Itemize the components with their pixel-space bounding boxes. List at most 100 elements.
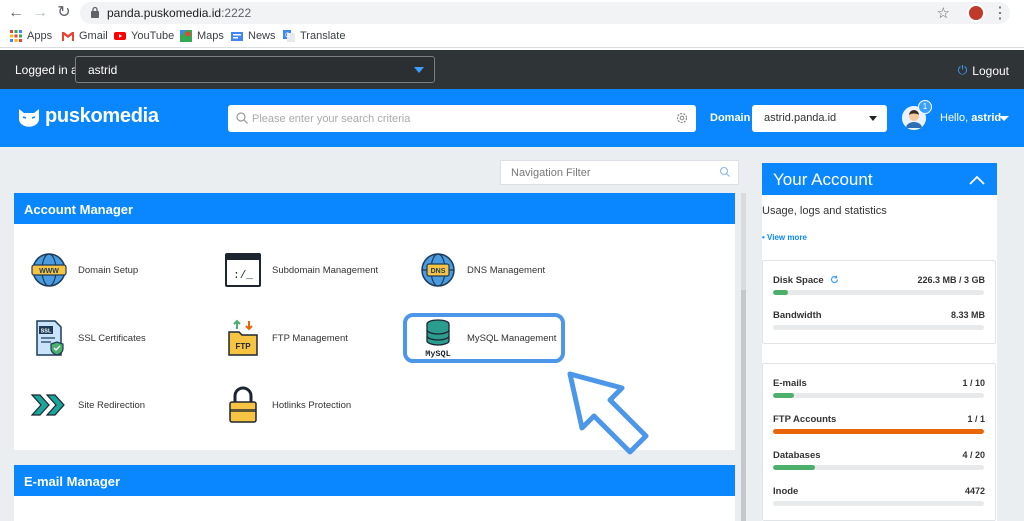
stat-label: Inode [773, 486, 799, 497]
stat-value: 4472 [964, 486, 985, 496]
stat-bar-fill [773, 393, 795, 398]
dns-globe-icon: DNS [421, 253, 455, 287]
chevron-up-icon[interactable] [969, 172, 985, 188]
ssl-certificate-icon: SSL [36, 320, 64, 356]
stat-bar-fill [773, 429, 984, 434]
logout-button[interactable]: ⏻ Logout [958, 63, 1009, 78]
stat-bar [773, 429, 984, 434]
ssl-certificates-link[interactable]: SSL SSL Certificates [29, 318, 146, 358]
bookmark-star-icon[interactable]: ☆ [937, 4, 950, 22]
logout-label: Logout [972, 63, 1009, 78]
search-input[interactable] [252, 105, 662, 132]
brand-name: puskomedia [45, 105, 159, 127]
scrollbar-thumb[interactable] [741, 290, 746, 521]
view-more-link[interactable]: • View more [762, 233, 807, 242]
forward-arrow-icon[interactable]: → [30, 3, 50, 23]
user-select[interactable]: astrid [75, 56, 435, 83]
www-globe-icon: WWW [31, 253, 67, 287]
stat-bar [773, 393, 984, 398]
email-manager-title[interactable]: E-mail Manager [14, 465, 735, 496]
your-account-header[interactable]: Your Account [762, 163, 997, 195]
hotlinks-protection-link[interactable]: Hotlinks Protection [223, 385, 351, 425]
address-bar[interactable]: panda.puskomedia.id:2222 ☆ ⋮ [80, 2, 1010, 24]
bookmark-news[interactable]: News [231, 30, 276, 42]
item-label: SSL Certificates [78, 332, 146, 344]
chevron-down-icon [414, 67, 424, 73]
pointer-arrow-icon [567, 371, 649, 455]
browser-toolbar: ← → ↻ panda.puskomedia.id:2222 ☆ ⋮ [0, 0, 1024, 26]
stat-bar-fill [773, 290, 788, 295]
your-account-subtitle: Usage, logs and statistics [762, 205, 887, 217]
dns-management-link[interactable]: DNS DNS Management [418, 250, 545, 290]
bookmark-apps[interactable]: Apps [10, 30, 52, 42]
bookmark-label: Apps [27, 30, 53, 42]
redirect-arrows-icon [30, 394, 65, 416]
domain-setup-link[interactable]: WWW Domain Setup [29, 250, 138, 290]
item-label: FTP Management [272, 332, 348, 344]
your-account-title: Your Account [773, 170, 873, 189]
menu-kebab-icon[interactable]: ⋮ [992, 3, 1008, 23]
notification-badge: 1 [918, 100, 932, 114]
site-redirection-link[interactable]: Site Redirection [29, 385, 145, 425]
ftp-management-link[interactable]: FTP FTP Management [223, 318, 348, 358]
navigation-filter-input[interactable] [511, 161, 711, 184]
bookmark-label: Gmail [79, 30, 108, 42]
gmail-icon [62, 32, 74, 41]
bookmark-label: Translate [300, 30, 346, 42]
brand-logo[interactable]: puskomedia [18, 105, 159, 128]
session-bar: Logged in as astrid ⏻ Logout [0, 50, 1024, 89]
reload-icon[interactable]: ↻ [54, 3, 74, 23]
profile-avatar[interactable] [967, 4, 985, 22]
search-icon [236, 112, 248, 124]
news-icon [231, 32, 243, 41]
stat-value: 8.33 MB [950, 310, 985, 320]
search-icon [719, 166, 730, 177]
stat-label: FTP Accounts [773, 414, 837, 425]
user-greeting[interactable]: Hello, astrid [940, 112, 1001, 124]
bookmark-maps[interactable]: Maps [180, 30, 224, 42]
stat-bar [773, 290, 984, 295]
stat-value: 1 / 10 [962, 378, 985, 388]
item-label: Hotlinks Protection [272, 399, 352, 411]
gear-icon[interactable] [675, 111, 689, 125]
lock-icon [91, 6, 99, 18]
user-menu-chevron-icon[interactable] [999, 116, 1009, 121]
stat-bar-fill [773, 465, 816, 470]
domain-select-value: astrid.panda.id [764, 112, 837, 124]
domain-label: Domain [710, 112, 751, 124]
greeting-name: astrid [971, 112, 1002, 124]
cat-logo-icon [19, 108, 39, 127]
padlock-icon [229, 386, 257, 423]
item-label: Domain Setup [78, 264, 139, 276]
bookmark-gmail[interactable]: Gmail [62, 30, 108, 42]
stat-bar [773, 465, 984, 470]
bookmarks-bar: Apps Gmail YouTube Maps News G Translate [0, 26, 1024, 48]
terminal-window-icon: :/_ [225, 253, 261, 287]
greeting-prefix: Hello, [940, 112, 969, 124]
bookmark-youtube[interactable]: YouTube [114, 30, 174, 42]
domain-select[interactable]: astrid.panda.id [752, 105, 887, 132]
stat-bar [773, 501, 984, 506]
refresh-icon[interactable] [830, 275, 839, 284]
bookmark-label: News [248, 30, 276, 42]
maps-icon [180, 30, 192, 42]
url-text: panda.puskomedia.id:2222 [107, 6, 252, 20]
item-label: Site Redirection [78, 399, 146, 411]
chevron-down-icon [869, 116, 877, 121]
logged-in-label: Logged in as [15, 63, 84, 77]
bookmark-translate[interactable]: G Translate [283, 30, 345, 42]
stat-value: 1 / 1 [967, 414, 985, 424]
svg-text:SSL: SSL [41, 329, 52, 335]
svg-text:WWW: WWW [39, 268, 59, 275]
stat-bar [773, 325, 984, 330]
scrollbar[interactable] [741, 193, 746, 521]
usage-card [762, 260, 996, 344]
account-manager-title[interactable]: Account Manager [14, 193, 735, 224]
back-arrow-icon[interactable]: ← [6, 3, 26, 23]
svg-text:FTP: FTP [235, 342, 251, 351]
translate-icon: G [283, 30, 295, 42]
svg-text:DNS: DNS [431, 268, 446, 275]
user-select-value: astrid [88, 63, 118, 77]
subdomain-management-link[interactable]: :/_ Subdomain Management [223, 250, 378, 290]
stat-value: 226.3 MB / 3 GB [917, 275, 985, 285]
